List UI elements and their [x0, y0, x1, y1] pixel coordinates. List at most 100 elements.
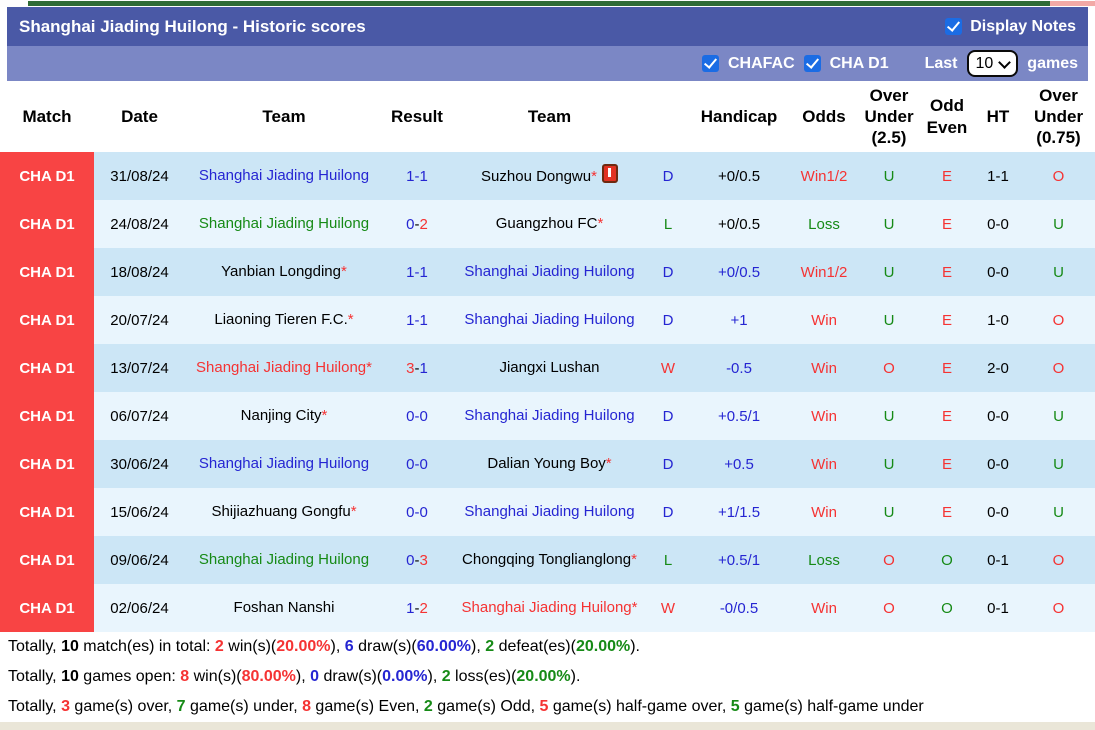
home-team-cell: Yanbian Longding*	[185, 248, 383, 296]
result-letter-cell: W	[660, 359, 676, 377]
summary-segment: ),	[330, 638, 345, 655]
home-team-cell: Shanghai Jiading Huilong	[185, 440, 383, 488]
odds-cell: Win	[811, 599, 837, 617]
away-team-cell: Dalian Young Boy*	[451, 440, 648, 488]
away-score: 3	[419, 551, 428, 569]
team-link[interactable]: Shanghai Jiading Huilong	[464, 311, 634, 328]
summary-segment: 60.00%	[416, 638, 472, 655]
home-score: 1	[406, 311, 415, 329]
home-team-cell: Foshan Nanshi	[185, 584, 383, 632]
date-cell: 18/08/24	[110, 263, 169, 281]
summary-segment: 7	[176, 698, 186, 715]
column-header-11: Over Under (0.75)	[1022, 81, 1095, 152]
summary-segment: 8	[302, 698, 311, 715]
handicap-cell: -0/0.5	[719, 599, 759, 617]
summary-segment: Totally,	[8, 668, 62, 685]
league-cell: CHA D1	[0, 248, 94, 296]
team-link[interactable]: Shanghai Jiading Huilong	[199, 215, 369, 232]
team-link[interactable]: Yanbian Longding*	[221, 263, 347, 280]
ht-cell: 0-0	[987, 455, 1009, 473]
top-strip-green	[28, 1, 1050, 6]
chafac-label[interactable]: CHAFAC	[728, 55, 795, 73]
summary-segment: game(s) Even,	[310, 698, 424, 715]
team-link[interactable]: Shanghai Jiading Huilong	[464, 503, 634, 520]
score-cell: 0-0	[383, 488, 451, 536]
summary-segment: game(s) over,	[69, 698, 177, 715]
summary-segment: 10	[61, 668, 79, 685]
over-under-25-cell: U	[883, 455, 895, 473]
team-link[interactable]: Nanjing City*	[241, 407, 328, 424]
handicap-cell: +1/1.5	[717, 503, 761, 521]
star-marker: *	[631, 598, 638, 616]
league-cell: CHA D1	[0, 488, 94, 536]
result-letter-cell: L	[663, 551, 673, 569]
team-link[interactable]: Liaoning Tieren F.C.*	[214, 311, 353, 328]
over-under-25-cell: O	[883, 551, 895, 569]
summary-segment: 2	[441, 668, 451, 685]
over-under-075-cell: O	[1052, 167, 1065, 185]
home-team-cell: Shanghai Jiading Huilong*	[185, 344, 383, 392]
last-label: Last	[924, 54, 958, 72]
team-link[interactable]: Shanghai Jiading Huilong*	[196, 359, 372, 376]
team-link[interactable]: Shanghai Jiading Huilong	[199, 551, 369, 568]
games-count-select[interactable]: 10	[966, 50, 1019, 77]
team-link[interactable]: Chongqing Tonglianglong*	[462, 551, 637, 568]
handicap-cell: +0.5/1	[717, 551, 761, 569]
team-link[interactable]: Shanghai Jiading Huilong	[464, 407, 634, 424]
league-cell: CHA D1	[0, 200, 94, 248]
chafac-checkbox[interactable]	[701, 55, 719, 72]
team-link[interactable]: Suzhou Dongwu*	[481, 168, 597, 185]
page-title: Shanghai Jiading Huilong - Historic scor…	[19, 16, 366, 36]
result-letter-cell: D	[662, 311, 674, 329]
team-link[interactable]: Jiangxi Lushan	[499, 359, 599, 376]
home-team-cell: Shijiazhuang Gongfu*	[185, 488, 383, 536]
odd-even-cell: E	[941, 215, 952, 233]
team-link[interactable]: Shanghai Jiading Huilong	[199, 167, 369, 184]
table-row: CHA D1 24/08/24 Shanghai Jiading Huilong 0-…	[0, 200, 1095, 248]
away-score: 0	[419, 455, 428, 473]
league-cell: CHA D1	[0, 536, 94, 584]
odd-even-cell: E	[941, 263, 952, 281]
top-strip-salmon	[1050, 1, 1095, 6]
star-marker: *	[321, 406, 328, 424]
date-cell: 20/07/24	[110, 311, 169, 329]
team-link[interactable]: Shanghai Jiading Huilong	[199, 455, 369, 472]
star-marker: *	[341, 262, 347, 280]
summary-segment: 20.00%	[276, 638, 331, 655]
chad1-label[interactable]: CHA D1	[830, 55, 889, 73]
away-team-cell: Suzhou Dongwu*	[451, 152, 648, 200]
over-under-25-cell: O	[883, 599, 895, 617]
team-link[interactable]: Foshan Nanshi	[234, 599, 335, 616]
summary-segment: Totally,	[8, 698, 62, 715]
page-top-strip	[0, 0, 1095, 7]
home-team-cell: Shanghai Jiading Huilong	[185, 536, 383, 584]
team-link[interactable]: Shanghai Jiading Huilong	[464, 263, 634, 280]
team-link[interactable]: Shanghai Jiading Huilong*	[462, 599, 638, 616]
summary-segment: 8	[180, 668, 190, 685]
team-link[interactable]: Guangzhou FC*	[496, 215, 604, 232]
home-score: 0	[406, 551, 415, 569]
handicap-cell: +0/0.5	[717, 215, 761, 233]
page-bottom-strip	[0, 722, 1095, 730]
display-notes-label[interactable]: Display Notes	[970, 18, 1076, 36]
widget-header-bar: Shanghai Jiading Huilong - Historic scor…	[7, 7, 1088, 46]
summary-segment: 2	[485, 638, 495, 655]
league-cell: CHA D1	[0, 440, 94, 488]
away-team-cell: Shanghai Jiading Huilong	[451, 488, 648, 536]
display-notes-checkbox[interactable]	[945, 18, 963, 35]
chad1-checkbox[interactable]	[803, 55, 821, 72]
score-cell: 1-1	[383, 248, 451, 296]
team-link[interactable]: Dalian Young Boy*	[487, 455, 611, 472]
star-marker: *	[605, 454, 612, 472]
summary-segment: 6	[344, 638, 354, 655]
summary-segment: draw(s)(	[353, 638, 417, 655]
team-link[interactable]: Shijiazhuang Gongfu*	[211, 503, 356, 520]
odds-cell: Win	[811, 407, 837, 425]
score-cell: 1-2	[383, 584, 451, 632]
away-score: 1	[419, 311, 428, 329]
summary-segment: game(s) half-game under	[739, 698, 924, 715]
summary-segment: draw(s)(	[319, 668, 383, 685]
ht-cell: 0-0	[987, 503, 1009, 521]
summary-segment: game(s) Odd,	[432, 698, 540, 715]
summary-segment: 0.00%	[382, 668, 428, 685]
